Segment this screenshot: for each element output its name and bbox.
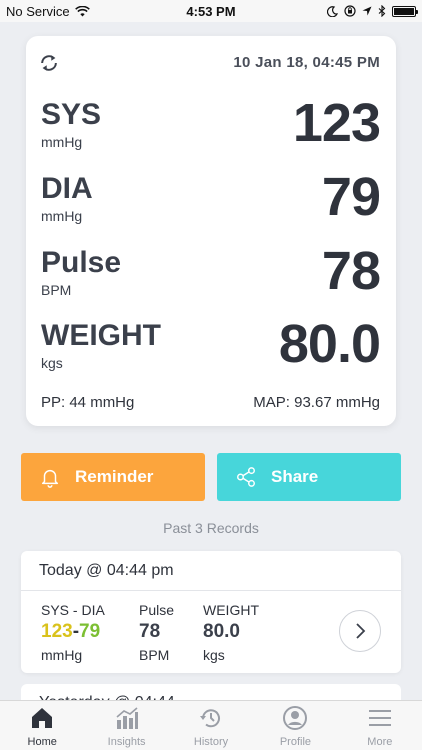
pulse-unit: BPM bbox=[139, 647, 170, 663]
tab-history[interactable]: History bbox=[169, 701, 253, 750]
record-bp: SYS - DIA 123-79 mmHg bbox=[41, 602, 105, 663]
reading-datetime: 10 Jan 18, 04:45 PM bbox=[233, 54, 380, 71]
weight-value: 80.0 bbox=[203, 621, 240, 642]
status-bar: No Service 4:53 PM bbox=[0, 0, 422, 22]
metric-pulse: Pulse BPM 78 bbox=[41, 241, 381, 316]
bell-icon bbox=[41, 469, 59, 488]
share-label: Share bbox=[271, 467, 319, 486]
tab-label: Insights bbox=[107, 736, 146, 748]
metric-unit: mmHg bbox=[41, 208, 83, 224]
metric-value: 78 bbox=[321, 241, 381, 301]
bluetooth-icon bbox=[378, 5, 386, 17]
tab-insights[interactable]: Insights bbox=[84, 701, 168, 750]
metric-value: 123 bbox=[292, 93, 381, 153]
bp-value: 123-79 bbox=[41, 621, 105, 643]
record-card[interactable]: Today @ 04:44 pm SYS - DIA 123-79 mmHg P… bbox=[21, 551, 401, 673]
tab-bar: Home Insights History Profile More bbox=[0, 700, 422, 750]
reminder-button[interactable]: Reminder bbox=[21, 453, 205, 501]
tab-label: Profile bbox=[279, 736, 312, 748]
tab-home[interactable]: Home bbox=[0, 701, 84, 750]
metric-label: SYS bbox=[41, 98, 102, 131]
lock-rotation-icon bbox=[344, 5, 356, 17]
latest-reading-card: 10 Jan 18, 04:45 PM SYS mmHg 123 DIA mmH… bbox=[26, 36, 396, 426]
record-details-button[interactable] bbox=[339, 610, 381, 652]
tab-profile[interactable]: Profile bbox=[253, 701, 337, 750]
pulse-pressure: PP: 44 mmHg bbox=[41, 394, 135, 411]
sys-value: 123 bbox=[41, 621, 73, 642]
tab-more[interactable]: More bbox=[338, 701, 422, 750]
menu-icon bbox=[368, 710, 391, 726]
metric-dia: DIA mmHg 79 bbox=[41, 167, 381, 242]
metric-value: 79 bbox=[321, 167, 381, 227]
record-pulse: Pulse 78 BPM bbox=[139, 602, 174, 663]
weight-unit: kgs bbox=[203, 647, 225, 663]
history-icon bbox=[200, 709, 221, 728]
carrier-label: No Service bbox=[6, 3, 70, 19]
metric-label: WEIGHT bbox=[41, 319, 161, 352]
moon-icon bbox=[327, 5, 338, 17]
tab-label: Home bbox=[27, 736, 57, 748]
location-icon bbox=[362, 6, 372, 16]
tab-label: More bbox=[367, 736, 393, 748]
bar-chart-icon bbox=[116, 707, 138, 729]
bp-unit: mmHg bbox=[41, 647, 83, 663]
home-icon bbox=[32, 708, 53, 728]
chevron-right-icon bbox=[356, 623, 366, 639]
record-header: Today @ 04:44 pm bbox=[21, 551, 401, 591]
tab-label: History bbox=[193, 736, 229, 748]
metric-sys: SYS mmHg 123 bbox=[41, 93, 381, 168]
battery-icon bbox=[392, 5, 418, 17]
metric-unit: BPM bbox=[41, 282, 72, 298]
share-button[interactable]: Share bbox=[217, 453, 401, 501]
profile-icon bbox=[283, 706, 308, 730]
metric-value: 80.0 bbox=[278, 314, 381, 374]
past-records-title: Past 3 Records bbox=[163, 520, 259, 536]
dia-value: 79 bbox=[79, 621, 101, 642]
reminder-label: Reminder bbox=[75, 467, 154, 486]
refresh-icon[interactable] bbox=[38, 52, 60, 74]
weight-label: WEIGHT bbox=[203, 602, 259, 618]
metric-label: Pulse bbox=[41, 246, 122, 279]
pulse-value: 78 bbox=[139, 621, 161, 642]
mean-arterial-pressure: MAP: 93.67 mmHg bbox=[253, 394, 380, 411]
pulse-label: Pulse bbox=[139, 602, 175, 618]
metric-unit: kgs bbox=[41, 355, 63, 371]
metric-weight: WEIGHT kgs 80.0 bbox=[41, 314, 381, 389]
share-icon bbox=[237, 467, 255, 487]
bp-label: SYS - DIA bbox=[41, 602, 105, 618]
record-weight: WEIGHT 80.0 kgs bbox=[203, 602, 259, 663]
reading-footer: PP: 44 mmHg MAP: 93.67 mmHg bbox=[41, 394, 380, 411]
wifi-icon bbox=[74, 5, 90, 16]
metric-unit: mmHg bbox=[41, 134, 83, 150]
metric-label: DIA bbox=[41, 172, 93, 205]
